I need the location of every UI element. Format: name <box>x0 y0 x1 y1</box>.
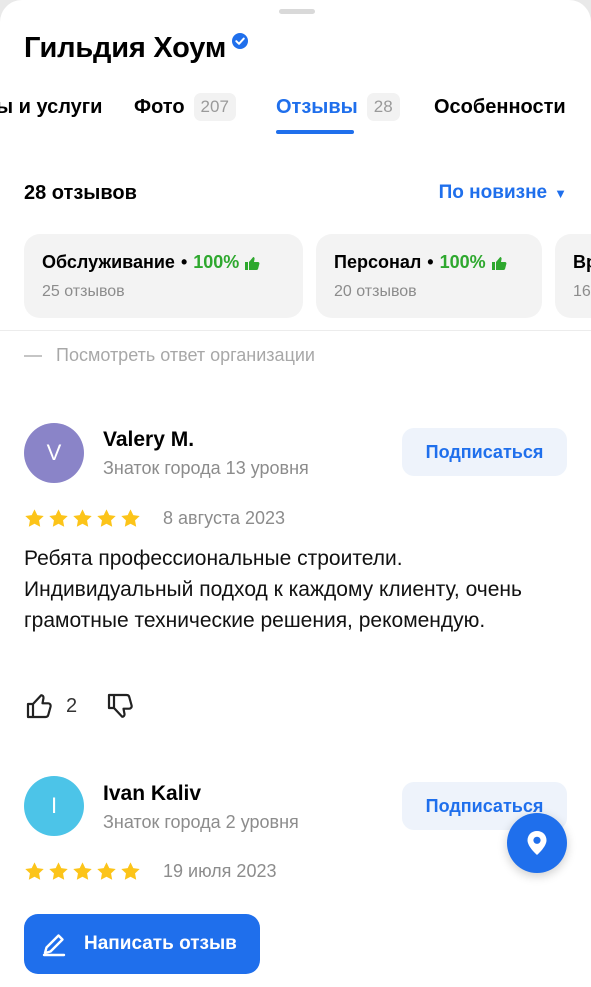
aspect-count: 20 отзывов <box>334 283 417 300</box>
org-reply-label: Посмотреть ответ организации <box>56 345 315 365</box>
aspect-chips-row[interactable]: Обслуживание • 100% 25 отзывов Персонал … <box>24 234 591 318</box>
star-icon <box>97 862 116 880</box>
verified-badge-icon <box>232 33 249 49</box>
star-icon <box>49 862 68 880</box>
aspect-count: 16 <box>573 283 591 300</box>
avatar[interactable]: I <box>24 776 84 836</box>
author-level: Знаток города 13 уровня <box>103 458 309 478</box>
tab-label: Отзывы <box>276 95 358 118</box>
subscribe-button[interactable]: Подписаться <box>402 428 567 476</box>
review-date: 8 августа 2023 <box>163 508 286 528</box>
star-icon <box>25 509 44 527</box>
write-review-button[interactable]: Написать отзыв <box>24 914 260 974</box>
thumbs-down-icon[interactable] <box>105 690 137 722</box>
organization-name: Гильдия Хоум <box>24 31 227 64</box>
map-pin-icon <box>527 831 547 855</box>
section-divider <box>0 330 591 331</box>
reviews-total: 28 отзывов <box>24 181 137 204</box>
aspect-chip-service[interactable]: Обслуживание • 100% 25 отзывов <box>24 234 303 318</box>
star-icon <box>25 862 44 880</box>
tab-label: Особенности <box>434 95 566 118</box>
aspect-name: Вр <box>573 252 591 272</box>
star-icon <box>73 509 92 527</box>
aspect-count: 25 отзывов <box>42 283 125 300</box>
org-reply-link[interactable]: Посмотреть ответ организации <box>24 345 315 366</box>
tab-features[interactable]: Особенности <box>434 88 566 126</box>
aspect-percent: 100% <box>193 252 240 272</box>
star-rating <box>24 508 141 529</box>
star-icon <box>97 509 116 527</box>
sort-label: По новизне <box>438 182 548 203</box>
author-level: Знаток города 2 уровня <box>103 812 299 832</box>
sheet-grabber-handle[interactable] <box>279 9 315 14</box>
aspect-separator: • <box>427 252 434 272</box>
caret-down-icon: ▼ <box>554 185 567 201</box>
tab-reviews[interactable]: Отзывы 28 <box>276 88 400 126</box>
organization-title: Гильдия Хоум <box>24 30 249 66</box>
aspect-name: Обслуживание <box>42 252 175 272</box>
review-votes: 2 <box>24 690 137 722</box>
reviews-header: 28 отзывов По новизне ▼ <box>24 178 567 208</box>
avatar[interactable]: V <box>24 423 84 483</box>
thumbs-up-icon <box>491 256 507 270</box>
active-tab-indicator <box>276 130 354 134</box>
review-date: 19 июля 2023 <box>163 861 277 881</box>
tabs-bar: ы и услуги Фото 207 Отзывы 28 Особенност… <box>0 88 591 134</box>
tab-count-badge: 28 <box>366 93 400 121</box>
tab-photos[interactable]: Фото 207 <box>134 88 236 126</box>
star-rating <box>24 861 141 882</box>
write-review-label: Написать отзыв <box>84 933 237 954</box>
aspect-percent: 100% <box>439 252 486 272</box>
review-author[interactable]: Valery M. <box>103 428 194 452</box>
tab-label: ы и услуги <box>0 95 103 118</box>
thumbs-up-icon <box>245 256 260 270</box>
dash-decoration <box>24 354 42 357</box>
aspect-chip-partial[interactable]: Вр 16 <box>555 234 591 318</box>
like-count: 2 <box>66 694 78 717</box>
aspect-chip-staff[interactable]: Персонал • 100% 20 отзывов <box>316 234 542 318</box>
tab-count-badge: 207 <box>193 93 236 121</box>
star-icon <box>121 509 140 527</box>
sort-dropdown[interactable]: По новизне ▼ <box>439 182 567 204</box>
tab-services[interactable]: ы и услуги <box>0 88 102 126</box>
review-text: Ребята профессиональные строители. Индив… <box>24 547 522 632</box>
tab-label: Фото <box>134 95 185 118</box>
aspect-separator: • <box>180 252 188 272</box>
star-icon <box>49 509 68 527</box>
thumbs-up-icon[interactable] <box>24 690 56 722</box>
map-location-button[interactable] <box>507 813 567 873</box>
star-icon <box>121 862 140 880</box>
review-author[interactable]: Ivan Kaliv <box>103 782 201 806</box>
bottom-sheet: Гильдия Хоум ы и услуги Фото 207 Отзывы … <box>0 0 591 987</box>
aspect-name: Персонал <box>334 252 422 272</box>
pencil-icon <box>42 934 66 957</box>
star-icon <box>73 862 92 880</box>
